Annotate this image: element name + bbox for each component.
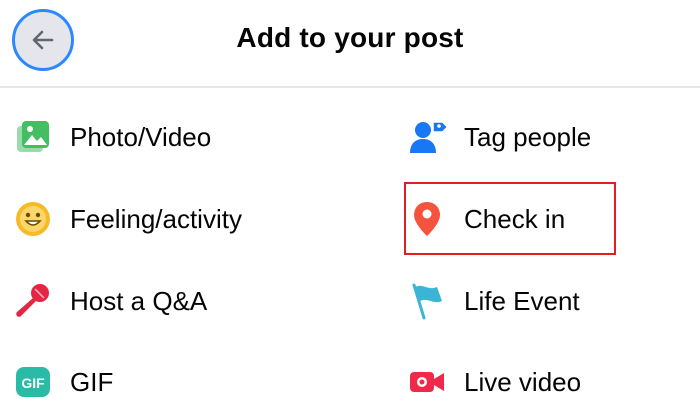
header: Add to your post [0, 0, 700, 86]
feeling-activity-label: Feeling/activity [70, 203, 242, 234]
svg-text:GIF: GIF [21, 375, 45, 391]
tag-people-option[interactable]: Tag people [406, 107, 696, 167]
life-event-label: Life Event [464, 285, 580, 316]
live-video-icon [406, 361, 448, 403]
check-in-label: Check in [464, 203, 566, 234]
flag-icon [406, 280, 448, 322]
photo-video-option[interactable]: Photo/Video [12, 107, 372, 167]
photo-video-label: Photo/Video [70, 121, 212, 152]
tag-people-icon [406, 116, 448, 158]
gif-option[interactable]: GIF GIF [12, 352, 372, 412]
microphone-icon [12, 280, 54, 322]
location-pin-icon [406, 198, 448, 240]
add-to-post-screen: Add to your post Photo/Video Tag people [0, 0, 700, 414]
live-video-option[interactable]: Live video [406, 352, 696, 412]
tag-people-label: Tag people [464, 121, 592, 152]
host-qa-label: Host a Q&A [70, 285, 208, 316]
smiley-icon [12, 198, 54, 240]
live-video-label: Live video [464, 366, 582, 397]
check-in-option[interactable]: Check in [406, 189, 696, 249]
gif-label: GIF [70, 366, 114, 397]
life-event-option[interactable]: Life Event [406, 271, 696, 331]
feeling-activity-option[interactable]: Feeling/activity [12, 189, 372, 249]
page-title: Add to your post [236, 22, 464, 53]
gif-icon: GIF [12, 361, 54, 403]
photo-icon [12, 116, 54, 158]
header-divider [0, 86, 700, 88]
host-qa-option[interactable]: Host a Q&A [12, 271, 372, 331]
